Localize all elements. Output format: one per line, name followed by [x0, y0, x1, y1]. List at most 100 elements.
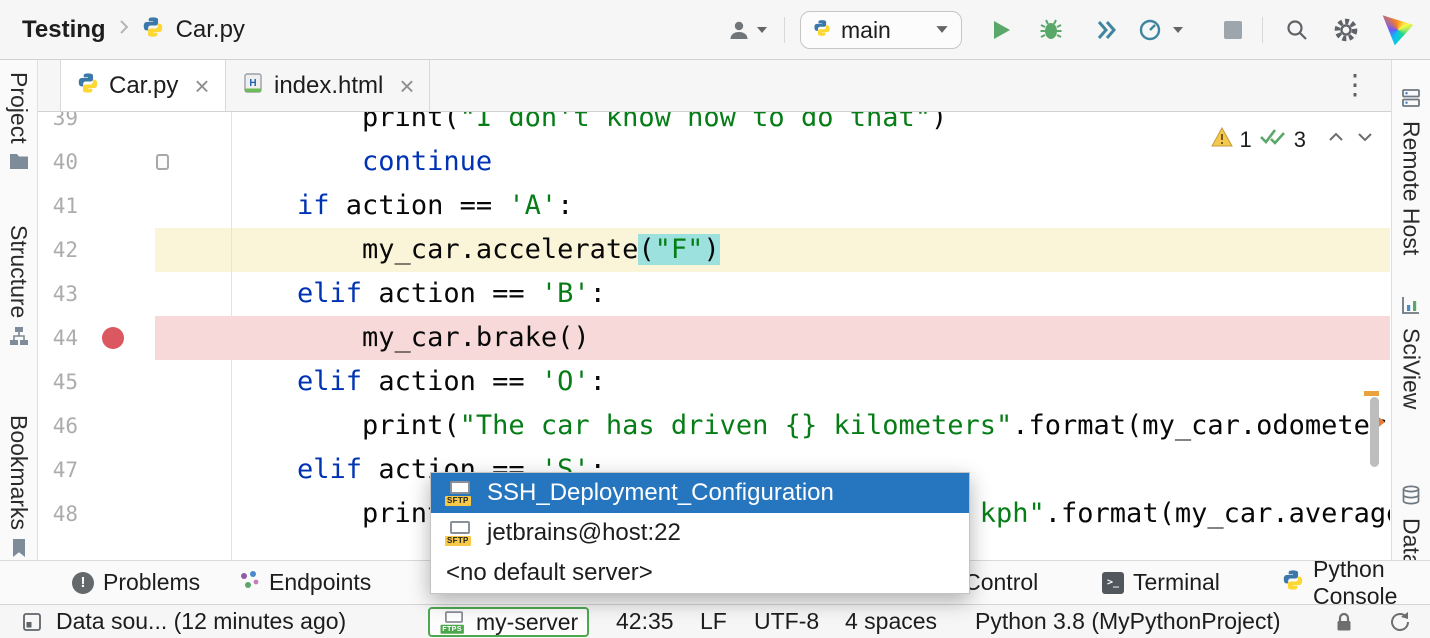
breadcrumb-file[interactable]: Car.py [176, 16, 245, 44]
sidebar-item-bookmarks[interactable]: Bookmarks [0, 415, 37, 560]
breadcrumb: Testing Car.py [22, 0, 245, 59]
checks-passed-count: 3 [1294, 127, 1306, 153]
line-number: 41 [53, 184, 78, 228]
run-configuration-selector[interactable]: main [800, 11, 962, 49]
status-message[interactable]: Data sou... (12 minutes ago) [56, 605, 346, 638]
gutter-marker-icon[interactable] [156, 154, 169, 170]
chevron-down-icon[interactable] [756, 26, 768, 34]
gutter-marker-zone [155, 316, 232, 360]
sidebar-item-project[interactable]: Project [0, 72, 37, 175]
tab-index-html[interactable]: H index.html × [226, 60, 430, 111]
right-tool-strip: Remote Host SciView Database [1391, 60, 1430, 560]
editor-tab-bar: Car.py × H index.html × ⋮ [38, 60, 1391, 112]
chevron-down-icon[interactable] [1172, 26, 1184, 34]
sidebar-item-sciview[interactable]: SciView [1392, 295, 1430, 409]
gutter-number-zone[interactable]: 40 [38, 140, 155, 184]
file-encoding[interactable]: UTF-8 [754, 605, 819, 638]
gutter-marker-zone [155, 404, 232, 448]
sidebar-item-structure[interactable]: Structure [0, 225, 37, 351]
gutter-number-zone[interactable]: 47 [38, 448, 155, 492]
gutter-number-zone[interactable]: 44 [38, 316, 155, 360]
gutter-marker-zone [155, 184, 232, 228]
python-file-icon [142, 16, 164, 43]
gutter-number-zone[interactable]: 41 [38, 184, 155, 228]
database-icon [1401, 485, 1421, 510]
warning-icon [1211, 127, 1233, 152]
next-issue-chevron-down-icon[interactable] [1354, 126, 1376, 153]
pycharm-logo-icon[interactable] [1382, 14, 1414, 46]
search-icon[interactable] [1284, 17, 1310, 43]
python-interpreter[interactable]: Python 3.8 (MyPythonProject) [975, 605, 1281, 638]
code-line[interactable]: 42 my_car.accelerate("F") [38, 228, 1390, 272]
left-tool-strip: Project Structure Bookmarks [0, 60, 38, 560]
tab-car-py[interactable]: Car.py × [60, 60, 226, 111]
sync-icon[interactable] [1388, 605, 1412, 638]
code-line[interactable]: 41 if action == 'A': [38, 184, 1390, 228]
inspections-widget[interactable]: 1 3 [1211, 126, 1377, 153]
code-line[interactable]: 40 continue [38, 140, 1390, 184]
debug-button[interactable] [1038, 16, 1064, 42]
profiler-button[interactable] [1138, 18, 1162, 42]
code-text[interactable]: if action == 'A': [232, 184, 1390, 228]
code-text[interactable]: my_car.brake() [232, 316, 1390, 360]
gutter-number-zone[interactable]: 46 [38, 404, 155, 448]
indent-style[interactable]: 4 spaces [845, 605, 937, 638]
sftp-server-icon: SFTP [445, 480, 475, 506]
default-server-widget[interactable]: FTPS my-server [428, 607, 589, 637]
tab-label: Car.py [109, 72, 178, 100]
more-options-kebab-icon[interactable]: ⋮ [1341, 68, 1369, 101]
line-separator[interactable]: LF [700, 605, 727, 638]
toolwindow-problems[interactable]: ! Problems [72, 561, 200, 604]
gutter-marker-zone [155, 112, 232, 140]
remote-host-label: Remote Host [1398, 121, 1425, 255]
server-name: my-server [476, 609, 578, 636]
gutter-marker-zone [155, 140, 232, 184]
problems-label: Problems [103, 569, 200, 596]
gear-icon[interactable] [1332, 16, 1360, 44]
code-text[interactable]: my_car.accelerate("F") [232, 228, 1390, 272]
sidebar-item-database[interactable]: Database [1392, 485, 1430, 560]
toolwindow-terminal[interactable]: >_ Terminal [1102, 561, 1220, 604]
line-number: 46 [53, 404, 78, 448]
code-line[interactable]: 43 elif action == 'B': [38, 272, 1390, 316]
close-icon[interactable]: × [399, 73, 414, 99]
popup-item-jetbrains-host[interactable]: SFTP jetbrains@host:22 [431, 513, 969, 553]
gutter-number-zone[interactable]: 48 [38, 492, 155, 536]
code-line[interactable]: 46 print("The car has driven {} kilomete… [38, 404, 1390, 448]
lock-icon[interactable] [1334, 605, 1354, 638]
gutter-number-zone[interactable]: 39 [38, 112, 155, 140]
gutter-number-zone[interactable]: 45 [38, 360, 155, 404]
stop-button[interactable] [1224, 21, 1242, 39]
gutter-number-zone[interactable]: 42 [38, 228, 155, 272]
close-icon[interactable]: × [194, 73, 209, 99]
line-number: 47 [53, 448, 78, 492]
run-with-coverage-button[interactable] [1094, 18, 1118, 42]
popup-item-no-default-server[interactable]: <no default server> [431, 553, 969, 593]
sidebar-item-remote-host[interactable]: Remote Host [1392, 88, 1430, 255]
line-number: 42 [53, 228, 78, 272]
breakpoint-icon[interactable] [102, 327, 124, 349]
breadcrumb-project[interactable]: Testing [22, 16, 106, 44]
code-line[interactable]: 39 print("I don't know how to do that") [38, 112, 1390, 140]
code-text[interactable]: elif action == 'B': [232, 272, 1390, 316]
main-toolbar: Testing Car.py main [0, 0, 1430, 60]
toolbar-separator [784, 17, 785, 43]
code-line[interactable]: 45 elif action == 'O': [38, 360, 1390, 404]
toolwindow-endpoints[interactable]: Endpoints [238, 561, 371, 604]
bookmark-icon [10, 538, 28, 560]
popup-item-ssh-deployment-configuration[interactable]: SFTP SSH_Deployment_Configuration [431, 473, 969, 513]
code-text[interactable]: print("The car has driven {} kilometers"… [232, 404, 1390, 448]
scrollbar-warning-stripe [1364, 391, 1379, 396]
gutter-number-zone[interactable]: 43 [38, 272, 155, 316]
run-button[interactable] [988, 17, 1014, 43]
python-logo-icon [813, 19, 831, 42]
caret-position[interactable]: 42:35 [616, 605, 674, 638]
collaboration-user-icon[interactable] [726, 17, 752, 43]
editor-scrollbar[interactable] [1370, 397, 1379, 467]
tool-window-toggle-icon[interactable] [22, 605, 42, 638]
code-line[interactable]: 44 my_car.brake() [38, 316, 1390, 360]
previous-issue-chevron-up-icon[interactable] [1325, 126, 1347, 153]
toolwindow-python-console[interactable]: Python Console [1282, 561, 1430, 604]
chevron-right-icon [118, 18, 130, 41]
code-text[interactable]: elif action == 'O': [232, 360, 1390, 404]
